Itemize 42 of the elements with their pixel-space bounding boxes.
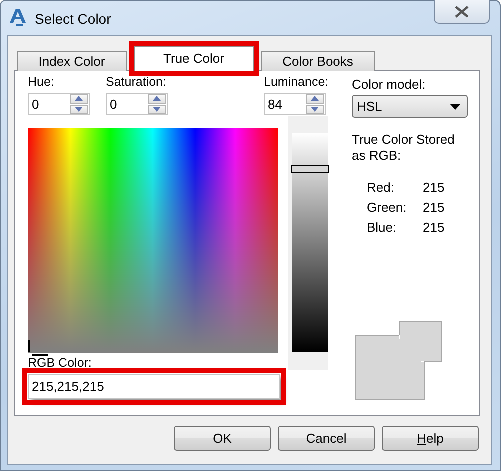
channel-value: 215	[423, 180, 446, 196]
spin-field[interactable]: 0	[106, 93, 168, 115]
dialog-button[interactable]: OK	[174, 426, 271, 451]
spin-up-button[interactable]	[148, 94, 166, 104]
color-model-dropdown[interactable]: HSL	[352, 95, 468, 118]
field-label: Color model:	[352, 77, 427, 92]
cursor-icon	[28, 340, 48, 356]
slider-thumb[interactable]	[291, 165, 329, 174]
channel-value: 215	[423, 220, 446, 236]
caret-icon	[450, 104, 461, 110]
channel-label: Red:	[367, 180, 396, 196]
luminance-slider[interactable]	[292, 133, 328, 352]
channel-label: Green:	[367, 200, 408, 216]
spin-down-button[interactable]	[148, 104, 166, 114]
field-label: Luminance:	[264, 75, 326, 90]
close-icon	[455, 6, 469, 18]
up-arrow-icon	[153, 96, 161, 102]
dialog-button[interactable]: Cancel	[278, 426, 375, 451]
field-label: Hue:	[28, 75, 56, 90]
channel-value: 215	[423, 200, 446, 216]
window-title: Select Color	[35, 10, 112, 26]
down-arrow-icon	[311, 106, 319, 112]
spin-up-button[interactable]	[306, 94, 324, 104]
spin-field[interactable]: 0	[28, 93, 90, 115]
spin-down-button[interactable]	[306, 104, 324, 114]
color-spectrum[interactable]	[28, 128, 278, 353]
spin-up-button[interactable]	[70, 94, 88, 104]
field-label: RGB Color:	[28, 356, 93, 371]
down-arrow-icon	[75, 106, 83, 112]
spin-field[interactable]: 84	[264, 93, 326, 115]
down-arrow-icon	[153, 106, 161, 112]
spin-down-button[interactable]	[70, 104, 88, 114]
channel-label: Blue:	[367, 220, 398, 236]
app-logo-icon	[9, 8, 27, 28]
stored-caption: True Color Stored as RGB:	[352, 132, 456, 164]
up-arrow-icon	[311, 96, 319, 102]
close-button[interactable]	[434, 0, 490, 24]
up-arrow-icon	[75, 96, 83, 102]
dialog-button[interactable]: Help	[382, 426, 479, 451]
field-label: Saturation:	[106, 75, 168, 90]
tab[interactable]: Index Color	[17, 51, 127, 71]
tab[interactable]: Color Books	[261, 51, 375, 71]
